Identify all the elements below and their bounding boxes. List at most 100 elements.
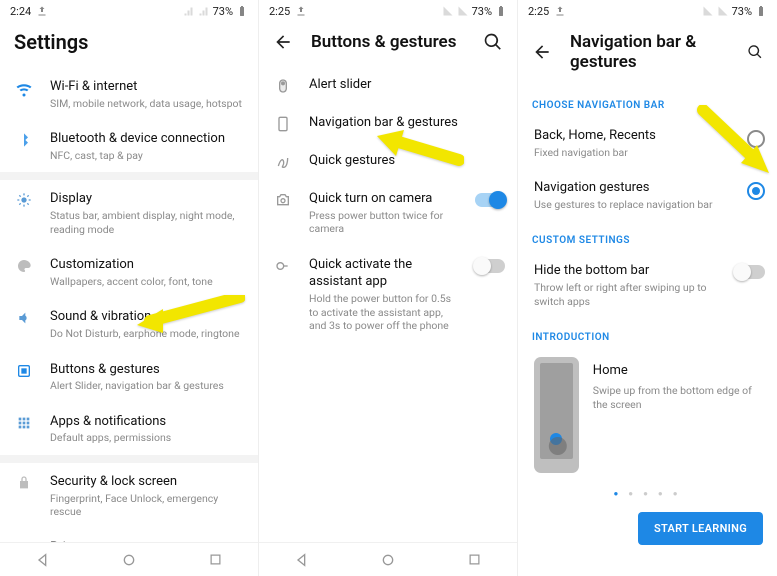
back-icon[interactable] — [532, 42, 552, 62]
clock: 2:25 — [269, 5, 290, 18]
section-divider — [0, 455, 258, 463]
status-bar: 2:24 73% — [0, 0, 258, 22]
signal-icon — [717, 5, 729, 17]
battery-icon — [755, 5, 767, 17]
clock: 2:25 — [528, 5, 549, 18]
row-label: Navigation bar & gestures — [309, 114, 505, 132]
assistant-icon — [275, 258, 291, 274]
signal-icon — [702, 5, 714, 17]
settings-row-buttons-gestures[interactable]: Buttons & gesturesAlert Slider, navigati… — [0, 351, 258, 403]
home-key-icon[interactable] — [380, 552, 396, 568]
preview-label: Home — [593, 363, 761, 378]
back-icon[interactable] — [273, 32, 293, 52]
battery-icon — [495, 5, 507, 17]
search-icon[interactable] — [747, 42, 763, 62]
brightness-icon — [16, 192, 32, 208]
row-hide-bottom-bar[interactable]: Hide the bottom barThrow left or right a… — [518, 252, 777, 318]
row-quick-gestures[interactable]: Quick gestures — [259, 142, 517, 180]
back-key-icon[interactable] — [35, 552, 51, 568]
row-sub: Throw left or right after swiping up to … — [534, 281, 719, 308]
sound-icon — [16, 310, 32, 326]
clock: 2:24 — [10, 5, 31, 18]
status-bar: 2:25 73% — [259, 0, 517, 22]
row-sub: Press power button twice for camera — [309, 209, 459, 236]
toggle-hide-bar[interactable] — [735, 265, 765, 279]
slider-icon — [275, 78, 291, 94]
row-label: Apps & notifications — [50, 413, 246, 431]
buttons-icon — [16, 363, 32, 379]
signal-icon — [442, 5, 454, 17]
recents-key-icon[interactable] — [208, 552, 223, 567]
settings-row-wifi[interactable]: Wi-Fi & internetSIM, mobile network, dat… — [0, 68, 258, 120]
phone-icon — [275, 116, 291, 132]
row-sub: Wallpapers, accent color, font, tone — [50, 275, 246, 289]
page-title: Buttons & gestures — [311, 32, 456, 52]
settings-row-customization[interactable]: CustomizationWallpapers, accent color, f… — [0, 246, 258, 298]
battery-pct: 73% — [213, 5, 233, 18]
row-label: Sound & vibration — [50, 308, 246, 326]
start-learning-button[interactable]: START LEARNING — [638, 512, 763, 545]
battery-pct: 73% — [472, 5, 492, 18]
recents-key-icon[interactable] — [467, 552, 482, 567]
row-label: Display — [50, 190, 246, 208]
row-sub: Fingerprint, Face Unlock, emergency resc… — [50, 492, 246, 519]
page-indicator: ● ● ● ● ● — [518, 483, 777, 502]
row-label: Hide the bottom bar — [534, 262, 719, 280]
palette-icon — [16, 258, 32, 274]
lock-icon — [16, 475, 32, 491]
apps-icon — [16, 415, 32, 431]
radio-on[interactable] — [747, 182, 765, 200]
home-key-icon[interactable] — [121, 552, 137, 568]
row-label: Back, Home, Recents — [534, 127, 731, 145]
toggle-quick-assistant[interactable] — [475, 259, 505, 273]
row-quick-camera[interactable]: Quick turn on cameraPress power button t… — [259, 180, 517, 246]
row-quick-assistant[interactable]: Quick activate the assistant appHold the… — [259, 246, 517, 343]
bluetooth-icon — [16, 132, 32, 148]
radio-row-navigation-gestures[interactable]: Navigation gesturesUse gestures to repla… — [518, 169, 777, 221]
back-key-icon[interactable] — [294, 552, 310, 568]
row-sub: Use gestures to replace navigation bar — [534, 198, 731, 212]
battery-pct: 73% — [732, 5, 752, 18]
row-sub: Hold the power button for 0.5s to activa… — [309, 292, 459, 333]
upload-icon — [36, 5, 48, 17]
row-sub: Default apps, permissions — [50, 431, 246, 445]
row-sub: SIM, mobile network, data usage, hotspot — [50, 97, 246, 111]
row-label: Alert slider — [309, 76, 505, 94]
settings-row-security[interactable]: Security & lock screenFingerprint, Face … — [0, 463, 258, 529]
row-sub: Fixed navigation bar — [534, 146, 731, 160]
phone-illustration — [534, 357, 579, 473]
section-header: CHOOSE NAVIGATION BAR — [518, 86, 777, 117]
row-sub: NFC, cast, tap & pay — [50, 149, 246, 163]
section-divider — [0, 172, 258, 180]
preview-sub: Swipe up from the bottom edge of the scr… — [593, 384, 761, 412]
page-title: Settings — [0, 22, 258, 68]
row-label: Buttons & gestures — [50, 361, 246, 379]
toggle-quick-camera[interactable] — [475, 193, 505, 207]
row-label: Wi-Fi & internet — [50, 78, 246, 96]
row-label: Quick turn on camera — [309, 190, 459, 208]
row-label: Quick activate the assistant app — [309, 256, 459, 291]
row-label: Security & lock screen — [50, 473, 246, 491]
row-sub: Status bar, ambient display, night mode,… — [50, 209, 246, 236]
row-label: Customization — [50, 256, 246, 274]
radio-off[interactable] — [747, 130, 765, 148]
section-header: CUSTOM SETTINGS — [518, 221, 777, 252]
row-label: Bluetooth & device connection — [50, 130, 246, 148]
settings-row-apps[interactable]: Apps & notificationsDefault apps, permis… — [0, 403, 258, 455]
row-sub: Alert Slider, navigation bar & gestures — [50, 379, 246, 393]
page-title: Navigation bar & gestures — [570, 32, 729, 72]
settings-row-display[interactable]: DisplayStatus bar, ambient display, nigh… — [0, 180, 258, 246]
android-nav-bar — [0, 542, 258, 576]
signal-icon — [198, 5, 210, 17]
signal-icon — [457, 5, 469, 17]
battery-icon — [236, 5, 248, 17]
row-nav-bar-gestures[interactable]: Navigation bar & gestures — [259, 104, 517, 142]
row-alert-slider[interactable]: Alert slider — [259, 66, 517, 104]
settings-row-bluetooth[interactable]: Bluetooth & device connectionNFC, cast, … — [0, 120, 258, 172]
section-header: INTRODUCTION — [518, 318, 777, 349]
signal-icon — [183, 5, 195, 17]
row-label: Quick gestures — [309, 152, 505, 170]
radio-row-back-home-recents[interactable]: Back, Home, RecentsFixed navigation bar — [518, 117, 777, 169]
search-icon[interactable] — [483, 32, 503, 52]
settings-row-sound[interactable]: Sound & vibrationDo Not Disturb, earphon… — [0, 298, 258, 350]
